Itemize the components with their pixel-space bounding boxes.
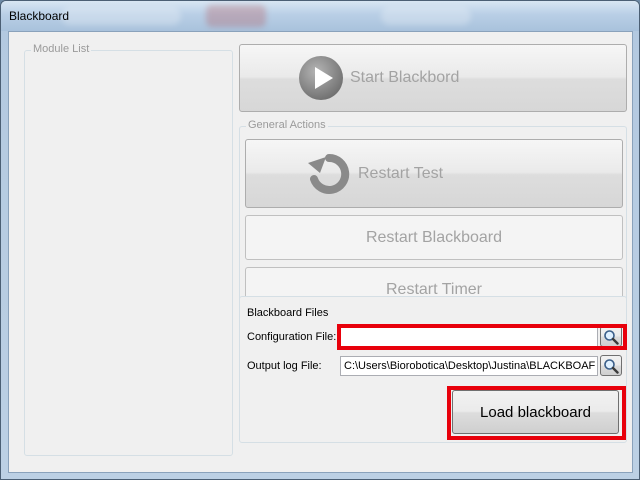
app-window: Blackboard Module List Start Blackbord G… <box>0 0 640 480</box>
restart-test-label: Restart Test <box>358 164 444 182</box>
output-log-input[interactable]: C:\Users\Biorobotica\Desktop\Justina\BLA… <box>340 356 598 376</box>
start-blackboard-button[interactable]: Start Blackbord <box>239 44 627 112</box>
title-bar-glare <box>61 7 181 25</box>
title-bar-glare <box>206 5 266 27</box>
load-blackboard-label: Load blackboard <box>480 403 591 421</box>
restart-test-button[interactable]: Restart Test <box>245 139 623 208</box>
restart-blackboard-label: Restart Blackboard <box>365 228 503 246</box>
config-file-label: Configuration File: <box>247 331 337 343</box>
title-bar-glare <box>381 7 471 25</box>
module-list-legend: Module List <box>31 43 92 55</box>
output-browse-button[interactable] <box>600 355 622 376</box>
play-icon <box>298 55 344 101</box>
start-blackboard-label: Start Blackbord <box>350 69 460 86</box>
general-actions-legend: General Actions <box>246 119 328 131</box>
refresh-icon <box>306 153 352 195</box>
output-log-label: Output log File: <box>247 360 322 372</box>
blackboard-files-legend: Blackboard Files <box>247 307 329 319</box>
config-browse-button[interactable] <box>600 326 622 347</box>
title-bar[interactable]: Blackboard <box>1 1 639 31</box>
client-area: Module List Start Blackbord General Acti… <box>8 31 633 473</box>
window-title: Blackboard <box>9 9 70 23</box>
module-list-group: Module List <box>24 43 233 456</box>
config-file-input[interactable] <box>340 327 598 347</box>
load-blackboard-button[interactable]: Load blackboard <box>452 390 619 434</box>
magnifier-icon <box>603 358 619 374</box>
magnifier-icon <box>603 329 619 345</box>
restart-blackboard-button[interactable]: Restart Blackboard <box>245 215 623 260</box>
